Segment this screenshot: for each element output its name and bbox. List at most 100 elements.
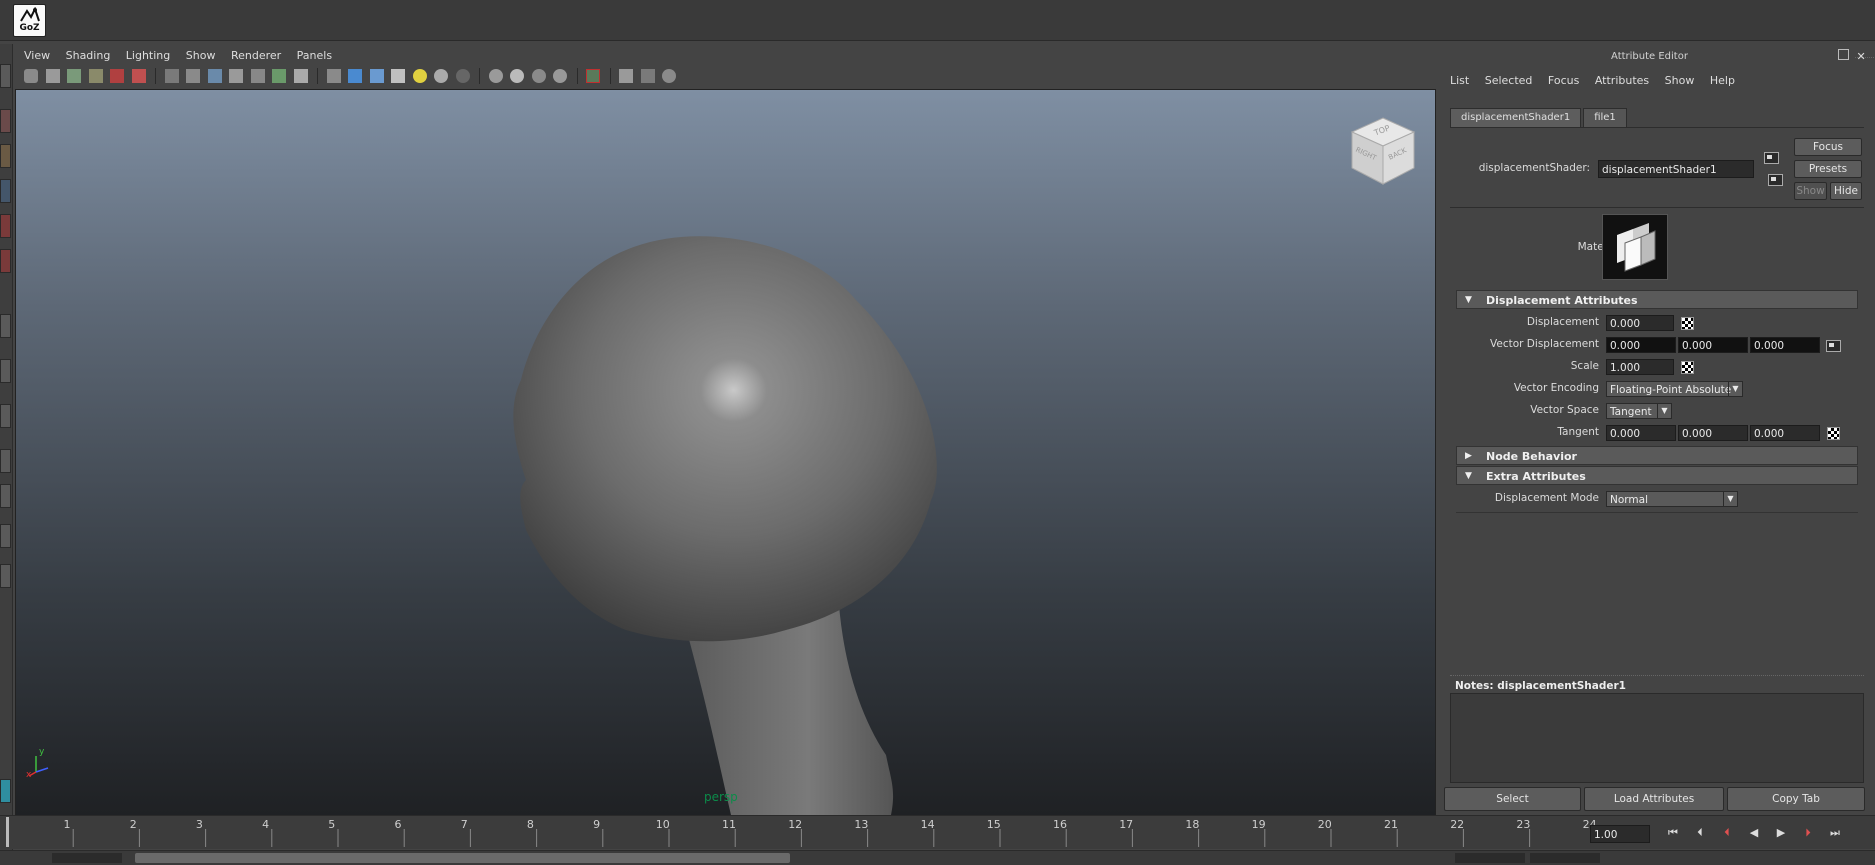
range-start-field[interactable] <box>52 853 122 863</box>
current-frame-marker[interactable] <box>6 817 9 847</box>
layout-graph-icon[interactable] <box>0 524 11 548</box>
hide-button[interactable]: Hide <box>1830 182 1862 200</box>
playback-end-field[interactable] <box>1530 853 1600 863</box>
menu-show[interactable]: Show <box>186 49 216 62</box>
presets-button[interactable]: Presets <box>1794 160 1862 178</box>
play-forwards-icon[interactable]: ▶ <box>1774 826 1788 840</box>
ae-menu-show[interactable]: Show <box>1665 74 1695 87</box>
lights-icon[interactable] <box>412 69 427 83</box>
map-texture-icon[interactable] <box>1681 361 1694 374</box>
head-model[interactable] <box>16 90 1435 815</box>
input-connection-icon[interactable] <box>1826 340 1841 352</box>
select-button[interactable]: Select <box>1444 787 1581 811</box>
lasso-tool-icon[interactable] <box>0 109 11 133</box>
step-forward-frame-icon[interactable]: ⏵ <box>1801 826 1815 840</box>
shadows-icon[interactable] <box>434 69 448 83</box>
menu-renderer[interactable]: Renderer <box>231 49 281 62</box>
rotate-tool-icon[interactable] <box>0 214 11 238</box>
selection-mask-icon[interactable] <box>586 69 600 83</box>
bookmarks-icon[interactable] <box>67 69 81 83</box>
textured-icon[interactable] <box>391 69 405 83</box>
ae-menu-focus[interactable]: Focus <box>1548 74 1579 87</box>
map-texture-icon[interactable] <box>1827 427 1840 440</box>
camera-attributes-icon[interactable] <box>45 69 60 83</box>
time-slider-ticks[interactable]: 123456789101112131415161718192021222324 <box>0 817 1598 847</box>
notes-textarea[interactable] <box>1450 693 1864 783</box>
tab-file1[interactable]: file1 <box>1583 108 1627 127</box>
go-to-start-icon[interactable]: ⏮ <box>1666 826 1680 840</box>
range-end-field[interactable] <box>1455 853 1525 863</box>
copy-tab-button[interactable]: Copy Tab <box>1727 787 1865 811</box>
tangent-x-field[interactable]: 0.000 <box>1606 425 1676 441</box>
vector-displacement-x-field[interactable]: 0.000 <box>1606 337 1676 353</box>
layout-single-icon[interactable] <box>0 314 11 338</box>
load-attributes-button[interactable]: Load Attributes <box>1584 787 1724 811</box>
step-back-key-icon[interactable]: ⏴ <box>1693 826 1707 840</box>
layout-outliner-icon[interactable] <box>0 484 11 508</box>
go-to-end-icon[interactable]: ⏭ <box>1828 826 1842 840</box>
field-chart-icon[interactable] <box>250 69 265 83</box>
paint-tool-icon[interactable] <box>0 144 11 168</box>
menu-lighting[interactable]: Lighting <box>126 49 170 62</box>
ambient-occlusion-icon[interactable] <box>455 69 470 83</box>
grid-icon[interactable] <box>164 69 179 83</box>
tab-displacementshader1[interactable]: displacementShader1 <box>1450 108 1582 127</box>
scale-tool-icon[interactable] <box>0 249 11 273</box>
node-graph-icon[interactable] <box>662 69 676 83</box>
step-back-frame-icon[interactable]: ⏴ <box>1720 826 1734 840</box>
menu-panels[interactable]: Panels <box>297 49 332 62</box>
isolate-select-icon[interactable] <box>488 69 503 83</box>
perspective-viewport[interactable]: TOP RIGHT BACK y x <box>15 89 1436 816</box>
displacement-mode-dropdown[interactable]: Normal ▼ <box>1606 491 1738 507</box>
move-tool-icon[interactable] <box>0 179 11 203</box>
layout-custom-icon[interactable] <box>0 779 11 803</box>
vector-displacement-y-field[interactable]: 0.000 <box>1678 337 1748 353</box>
hud-icon[interactable] <box>619 69 633 83</box>
select-tool-icon[interactable] <box>0 64 11 88</box>
menu-view[interactable]: View <box>24 49 50 62</box>
focus-button[interactable]: Focus <box>1794 138 1862 156</box>
film-gate-icon[interactable] <box>186 69 200 83</box>
view-cube[interactable]: TOP RIGHT BACK <box>1350 116 1416 186</box>
select-camera-icon[interactable] <box>24 69 38 83</box>
wireframe-on-shaded-icon[interactable] <box>369 69 384 83</box>
scale-field[interactable]: 1.000 <box>1606 359 1674 375</box>
layout-persp-icon[interactable] <box>0 449 11 473</box>
output-connection-icon[interactable] <box>1768 174 1783 186</box>
tangent-z-field[interactable]: 0.000 <box>1750 425 1820 441</box>
float-icon[interactable] <box>1838 49 1849 60</box>
section-node-behavior[interactable]: ▶ Node Behavior <box>1456 446 1858 465</box>
vector-encoding-dropdown[interactable]: Floating-Point Absolute ▼ <box>1606 381 1743 397</box>
tangent-y-field[interactable]: 0.000 <box>1678 425 1748 441</box>
current-frame-field[interactable]: 1.00 <box>1590 825 1650 843</box>
range-slider[interactable] <box>0 850 1875 865</box>
layout-four-icon[interactable] <box>0 359 11 383</box>
goz-button[interactable]: GoZ <box>13 4 46 37</box>
ae-menu-help[interactable]: Help <box>1710 74 1735 87</box>
notes-grip[interactable] <box>1450 675 1864 677</box>
material-sample-swatch[interactable] <box>1602 214 1668 280</box>
wireframe-icon[interactable] <box>326 69 341 83</box>
smooth-shade-icon[interactable] <box>348 69 362 83</box>
ae-menu-attributes[interactable]: Attributes <box>1595 74 1649 87</box>
image-plane-icon[interactable] <box>88 69 103 83</box>
close-icon[interactable]: ✕ <box>1857 50 1866 63</box>
grease-pencil-icon[interactable] <box>110 69 124 83</box>
ae-menu-selected[interactable]: Selected <box>1485 74 1533 87</box>
resolution-gate-icon[interactable] <box>207 69 222 83</box>
vector-space-dropdown[interactable]: Tangent ▼ <box>1606 403 1672 419</box>
xray-joints-icon[interactable] <box>531 69 546 83</box>
play-backwards-icon[interactable]: ◀ <box>1747 826 1761 840</box>
cube-icon[interactable] <box>640 69 655 83</box>
safe-title-icon[interactable] <box>293 69 308 83</box>
displacement-field[interactable]: 0.000 <box>1606 315 1674 331</box>
section-extra-attributes[interactable]: ▼ Extra Attributes <box>1456 466 1858 485</box>
snapshot-icon[interactable] <box>131 69 146 83</box>
show-button[interactable]: Show <box>1794 182 1827 200</box>
xray-components-icon[interactable] <box>553 69 567 83</box>
range-bar[interactable] <box>135 853 790 863</box>
vector-displacement-z-field[interactable]: 0.000 <box>1750 337 1820 353</box>
layout-two-icon[interactable] <box>0 404 11 428</box>
safe-action-icon[interactable] <box>272 69 286 83</box>
map-texture-icon[interactable] <box>1681 317 1694 330</box>
